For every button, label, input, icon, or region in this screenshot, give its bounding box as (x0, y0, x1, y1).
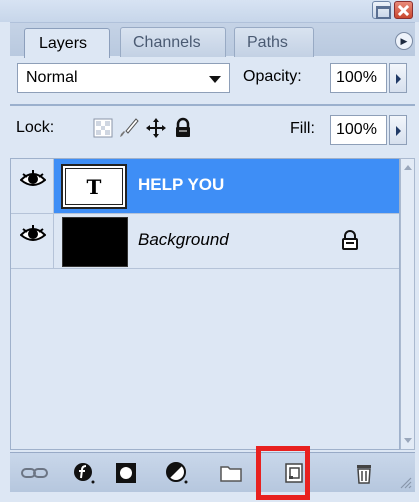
text-layer-thumbnail: T (61, 164, 127, 209)
blend-mode-select[interactable]: Normal (17, 63, 230, 93)
tab-channels[interactable]: Channels (120, 27, 226, 57)
adjustment-layer-icon[interactable] (165, 461, 189, 485)
lock-paint-icon[interactable] (118, 117, 140, 139)
visibility-toggle[interactable] (11, 159, 54, 213)
fill-label: Fill: (290, 120, 315, 137)
lock-fill-row: Lock: Fill: 100% (10, 108, 415, 152)
tab-layers[interactable]: Layers (24, 28, 110, 58)
resize-grip-icon[interactable] (398, 475, 412, 489)
panel-titlebar (0, 0, 419, 22)
eye-icon (20, 170, 46, 186)
panel-tabs: Layers Channels Paths ▶ (10, 22, 415, 58)
layer-style-icon[interactable] (72, 461, 96, 485)
layers-list: T HELP YOU Background (10, 158, 400, 450)
visibility-toggle[interactable] (11, 214, 54, 268)
layers-scrollbar[interactable] (400, 158, 415, 450)
panel-menu-icon[interactable]: ▶ (395, 32, 413, 50)
new-group-icon[interactable] (219, 461, 243, 485)
opacity-label: Opacity: (243, 68, 302, 85)
close-button[interactable] (394, 1, 413, 19)
text-layer-glyph: T (86, 175, 102, 199)
blend-opacity-row: Normal Opacity: 100% (10, 56, 415, 104)
delete-layer-icon[interactable] (352, 461, 376, 485)
lock-move-icon[interactable] (145, 117, 167, 139)
layer-mask-icon[interactable] (114, 461, 138, 485)
tab-paths[interactable]: Paths (234, 27, 314, 57)
eye-icon (20, 225, 46, 241)
layer-row-help-you[interactable]: T HELP YOU (11, 159, 399, 214)
layers-toolbar (10, 452, 415, 492)
layer-name[interactable]: HELP YOU (138, 175, 224, 195)
new-layer-highlight (256, 446, 310, 500)
lock-transparent-icon[interactable] (92, 117, 114, 139)
lock-icon (342, 230, 358, 250)
lock-all-icon[interactable] (172, 117, 194, 139)
layer-row-background[interactable]: Background (11, 214, 399, 269)
layer-name[interactable]: Background (138, 230, 229, 250)
background-layer-thumbnail (62, 217, 128, 267)
blend-mode-value: Normal (26, 69, 78, 86)
divider (10, 104, 415, 106)
opacity-input[interactable]: 100% (330, 63, 387, 93)
fill-slider-button[interactable] (389, 115, 407, 145)
chevron-down-icon (209, 76, 221, 83)
opacity-slider-button[interactable] (389, 63, 407, 93)
fill-input[interactable]: 100% (330, 115, 387, 145)
lock-label: Lock: (16, 119, 55, 136)
link-layers-icon[interactable] (20, 461, 50, 485)
minimize-button[interactable] (372, 1, 391, 19)
